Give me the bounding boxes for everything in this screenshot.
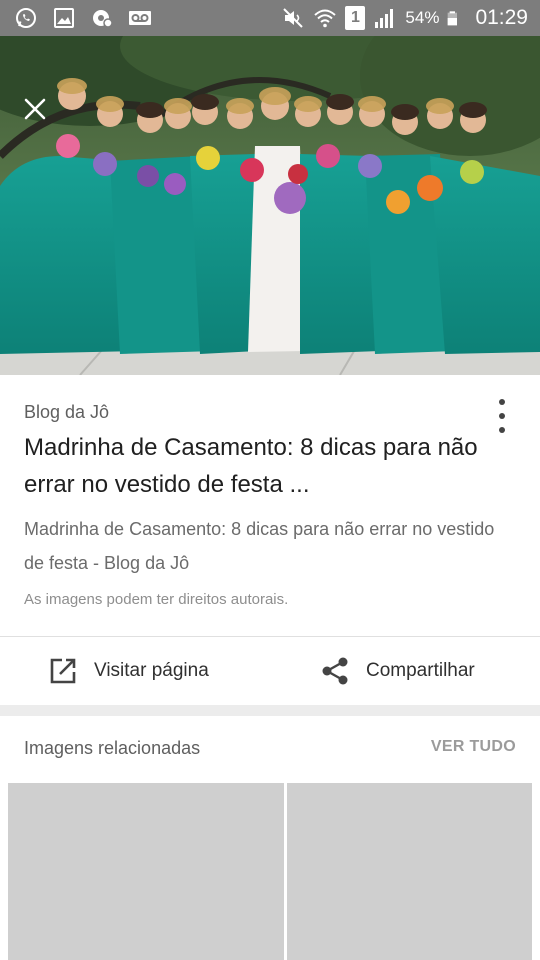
wifi-icon: [314, 9, 337, 28]
image-info-card: Blog da Jô Madrinha de Casamento: 8 dica…: [0, 375, 540, 705]
share-label: Compartilhar: [366, 660, 475, 681]
battery-percent: 54%: [405, 8, 440, 27]
page-description: Madrinha de Casamento: 8 dicas para não …: [24, 519, 495, 573]
related-images-title: Imagens relacionadas: [24, 738, 201, 758]
status-bar: 1 54% 01:29: [0, 0, 540, 36]
sim-icon: 1: [345, 6, 366, 30]
page-title[interactable]: Madrinha de Casamento: 8 dicas para não …: [24, 429, 494, 503]
copyright-notice: As imagens podem ter direitos autorais.: [24, 591, 289, 608]
open-in-new-icon: [50, 658, 76, 684]
voicemail-icon: [129, 11, 151, 25]
close-button[interactable]: [18, 92, 52, 126]
related-image-thumbnail[interactable]: [287, 783, 532, 960]
share-icon: [322, 657, 348, 685]
more-vert-icon-dot: [499, 413, 505, 419]
visit-page-button[interactable]: Visitar página: [48, 637, 209, 705]
status-bar-right: 1 54% 01:29: [281, 6, 528, 30]
status-bar-left: [14, 6, 152, 30]
share-button[interactable]: Compartilhar: [320, 637, 475, 705]
more-vert-icon-dot: [499, 427, 505, 433]
visit-page-label: Visitar página: [94, 660, 209, 681]
whatsapp-icon: [16, 8, 36, 28]
clock: 01:29: [475, 6, 528, 29]
see-all-link[interactable]: VER TUDO: [431, 738, 516, 756]
gallery-icon: [54, 8, 74, 28]
more-vert-icon: [499, 399, 505, 405]
close-icon: [24, 98, 46, 120]
related-image-thumbnail[interactable]: [8, 783, 284, 960]
battery-icon: [448, 11, 458, 26]
related-images-section: Imagens relacionadas VER TUDO: [0, 716, 540, 960]
signal-icon: [375, 9, 394, 28]
mute-icon: [283, 8, 304, 28]
wedding-photo-illustration: [0, 36, 540, 375]
wedding-photo[interactable]: [0, 36, 540, 375]
settings-notification-icon: [93, 10, 113, 28]
source-site[interactable]: Blog da Jô: [24, 402, 109, 423]
